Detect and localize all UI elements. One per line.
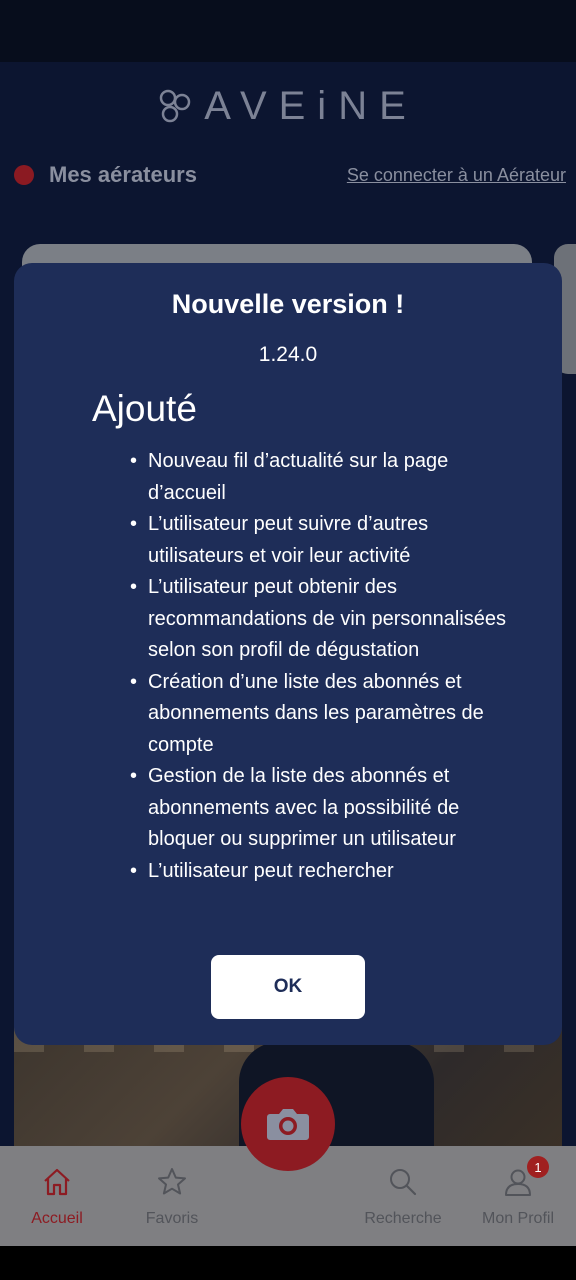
status-bar [0, 0, 576, 62]
dialog-title: Nouvelle version ! [171, 289, 405, 319]
dialog-version: 1.24.0 [258, 343, 318, 366]
home-icon [44, 1168, 70, 1196]
aerators-header-row: Mes aérateurs Se connecter à un Aérateur [14, 160, 566, 190]
list-item: Création d’une liste des abonnés et abon… [130, 667, 512, 762]
new-version-dialog: Nouvelle version ! 1.24.0 Ajouté Nouveau… [14, 263, 562, 1045]
aerators-section-title: Mes aérateurs [49, 162, 197, 187]
nav-label-accueil: Accueil [31, 1210, 83, 1227]
release-notes-list: Nouveau fil d’actualité sur la page d’ac… [92, 446, 512, 887]
list-item: L’utilisateur peut suivre d’autres utili… [130, 509, 512, 572]
camera-scan-button[interactable] [241, 1077, 335, 1171]
nav-item-favoris[interactable]: Favoris [117, 1166, 227, 1236]
list-item: Gestion de la liste des abonnés et abonn… [130, 761, 512, 856]
nav-label-recherche: Recherche [364, 1210, 442, 1227]
release-notes-section-title: Ajouté [92, 388, 197, 429]
list-item: L’utilisateur peut rechercher [130, 856, 512, 888]
nav-item-accueil[interactable]: Accueil [2, 1166, 112, 1236]
list-item: Nouveau fil d’actualité sur la page d’ac… [130, 446, 512, 509]
nav-label-favoris: Favoris [145, 1210, 199, 1227]
system-navigation-bar [0, 1246, 576, 1280]
list-item: L’utilisateur peut obtenir des recommand… [130, 572, 512, 667]
nav-label-mon-profil: Mon Profil [481, 1210, 555, 1227]
connect-aerator-link[interactable]: Se connecter à un Aérateur [347, 165, 566, 186]
nav-item-mon-profil[interactable]: 1 Mon Profil [463, 1156, 573, 1236]
release-notes-scroll[interactable]: Ajouté Nouveau fil d’actualité sur la pa… [92, 388, 512, 943]
ok-button[interactable]: OK [211, 955, 365, 1019]
connection-status-dot [14, 165, 34, 185]
notification-badge: 1 [527, 1156, 549, 1178]
camera-icon [267, 1109, 309, 1140]
aveine-logo: AVEiNE [0, 84, 576, 128]
star-icon [158, 1168, 186, 1195]
logo-mark-icon [159, 89, 191, 123]
logo-text: AVEiNE [204, 84, 418, 128]
search-icon [390, 1169, 417, 1196]
nav-item-recherche[interactable]: Recherche [348, 1166, 458, 1236]
